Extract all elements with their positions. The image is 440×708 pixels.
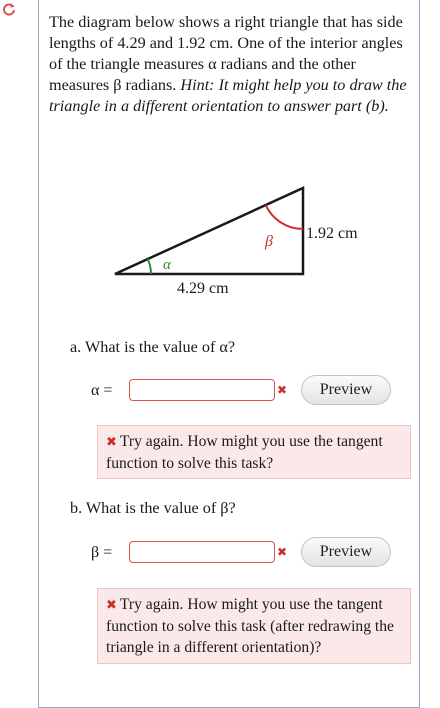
x-icon: ✖ xyxy=(277,383,288,397)
alpha-answer-input[interactable] xyxy=(129,379,275,401)
alpha-answer-label: α = xyxy=(91,382,113,399)
feedback-text-a: Try again. How might you use the tangent… xyxy=(106,433,383,472)
beta-answer-label: β = xyxy=(91,544,113,561)
feedback-box-b: ✖ Try again. How might you use the tangen… xyxy=(97,588,411,664)
beta-label: β xyxy=(264,233,273,250)
problem-statement: The diagram below shows a right triangle… xyxy=(49,12,415,117)
side-vertical-label: 1.92 cm xyxy=(306,225,358,242)
alpha-arc xyxy=(146,258,152,275)
beta-answer-input[interactable] xyxy=(129,541,275,563)
question-panel: The diagram below shows a right triangle… xyxy=(38,0,420,708)
triangle-diagram: α β 1.92 cm 4.29 cm xyxy=(114,186,358,297)
reload-icon[interactable] xyxy=(2,2,16,16)
right-triangle xyxy=(114,186,305,276)
preview-button-a[interactable]: Preview xyxy=(301,375,391,405)
x-icon: ✖ xyxy=(106,598,117,613)
alpha-label: α xyxy=(163,257,172,273)
part-a-question: a. What is the value of α? xyxy=(70,338,236,356)
x-icon: ✖ xyxy=(106,435,117,450)
side-horizontal-label: 4.29 cm xyxy=(177,280,229,297)
feedback-text-b: Try again. How might you use the tangent… xyxy=(106,596,394,656)
beta-arc xyxy=(264,204,304,231)
feedback-box-a: ✖ Try again. How might you use the tangen… xyxy=(97,425,411,479)
preview-button-b[interactable]: Preview xyxy=(301,537,391,567)
x-icon: ✖ xyxy=(277,545,288,559)
part-b-question: b. What is the value of β? xyxy=(70,499,236,517)
